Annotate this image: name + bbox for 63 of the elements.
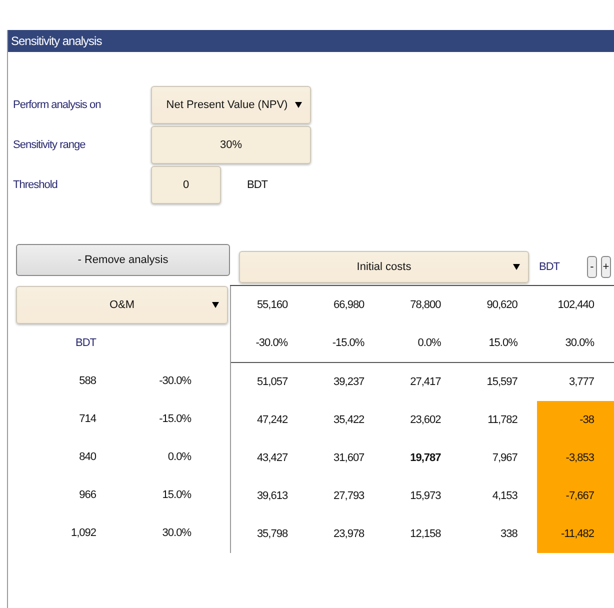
result-cell: -3,853	[537, 439, 614, 477]
column-change: 15.0%	[488, 336, 518, 351]
column-change: -15.0%	[331, 336, 366, 351]
result-cell-text: 338	[500, 527, 518, 542]
column-value: 90,620	[486, 298, 518, 313]
result-cell-text: 19,787	[409, 451, 442, 466]
analysis-dropdown[interactable]: Net Present Value (NPV)	[151, 86, 311, 124]
result-cell-text: 15,597	[486, 375, 518, 390]
result-cell: -38	[537, 401, 614, 439]
row-value: 714	[78, 413, 96, 425]
column-change: 30.0%	[564, 336, 596, 351]
row-change: 0.0%	[166, 451, 191, 463]
result-cell-text: 35,422	[332, 413, 366, 428]
result-cell-text: 23,978	[332, 527, 366, 542]
result-cell-text: 27,417	[409, 375, 442, 390]
column-value: 66,980	[332, 298, 366, 313]
row-change: -15.0%	[158, 413, 191, 425]
dropdown-arrow-icon	[212, 302, 219, 308]
add-column-button[interactable]: +	[601, 256, 611, 278]
row-unit: BDT	[74, 337, 96, 349]
dropdown-arrow-icon	[295, 102, 302, 108]
column-value: 78,800	[409, 298, 442, 313]
result-cell-text: 23,602	[409, 413, 442, 428]
column-value: 102,440	[556, 298, 595, 313]
result-cell-text: 51,057	[256, 375, 289, 390]
row-value: 966	[78, 489, 96, 501]
row-value: 588	[78, 375, 96, 387]
row-change: 30.0%	[161, 527, 191, 539]
result-cell-text: 15,973	[409, 489, 442, 504]
unit-label: BDT	[247, 179, 268, 191]
result-cell-text: 3,777	[568, 375, 595, 390]
result-cell-text: 4,153	[491, 489, 518, 504]
row-change: 15.0%	[161, 489, 191, 501]
range-field[interactable]: 30%	[151, 126, 311, 164]
result-cell-text: 39,237	[332, 375, 366, 390]
result-cell-text: 31,607	[332, 451, 366, 466]
remove-column-button[interactable]: -	[587, 256, 597, 278]
column-value: 55,160	[256, 298, 289, 313]
field-label: Threshold	[13, 179, 58, 191]
result-cell: -11,482	[537, 515, 614, 553]
column-variable-dropdown[interactable]: Initial costs	[239, 251, 529, 283]
column-change: -30.0%	[254, 336, 289, 351]
row-variable-dropdown[interactable]: O&M	[16, 286, 228, 324]
result-cell-text: 12,158	[409, 527, 442, 542]
result-cell-text: 27,793	[332, 489, 366, 504]
result-cell-text: 35,798	[256, 527, 289, 542]
result-cell-text: 43,427	[256, 451, 289, 466]
result-cell-text: 11,782	[486, 413, 518, 428]
row-value: 840	[78, 451, 96, 463]
unit-label: BDT	[539, 261, 561, 273]
panel-title: Sensitivity analysis	[8, 30, 614, 52]
result-cell-text: 39,613	[256, 489, 289, 504]
result-cell-text: 7,967	[491, 451, 518, 466]
row-value: 1,092	[70, 527, 96, 539]
result-cell: -7,667	[537, 477, 614, 515]
result-cell-text: 47,242	[256, 413, 289, 428]
threshold-field[interactable]: 0	[151, 166, 221, 204]
remove-analysis-button[interactable]: - Remove analysis	[16, 244, 230, 276]
dropdown-arrow-icon	[513, 264, 520, 270]
column-change: 0.0%	[416, 336, 442, 351]
field-label: Perform analysis on	[13, 99, 102, 111]
field-label: Sensitivity range	[13, 139, 86, 151]
row-change: -30.0%	[158, 375, 191, 387]
